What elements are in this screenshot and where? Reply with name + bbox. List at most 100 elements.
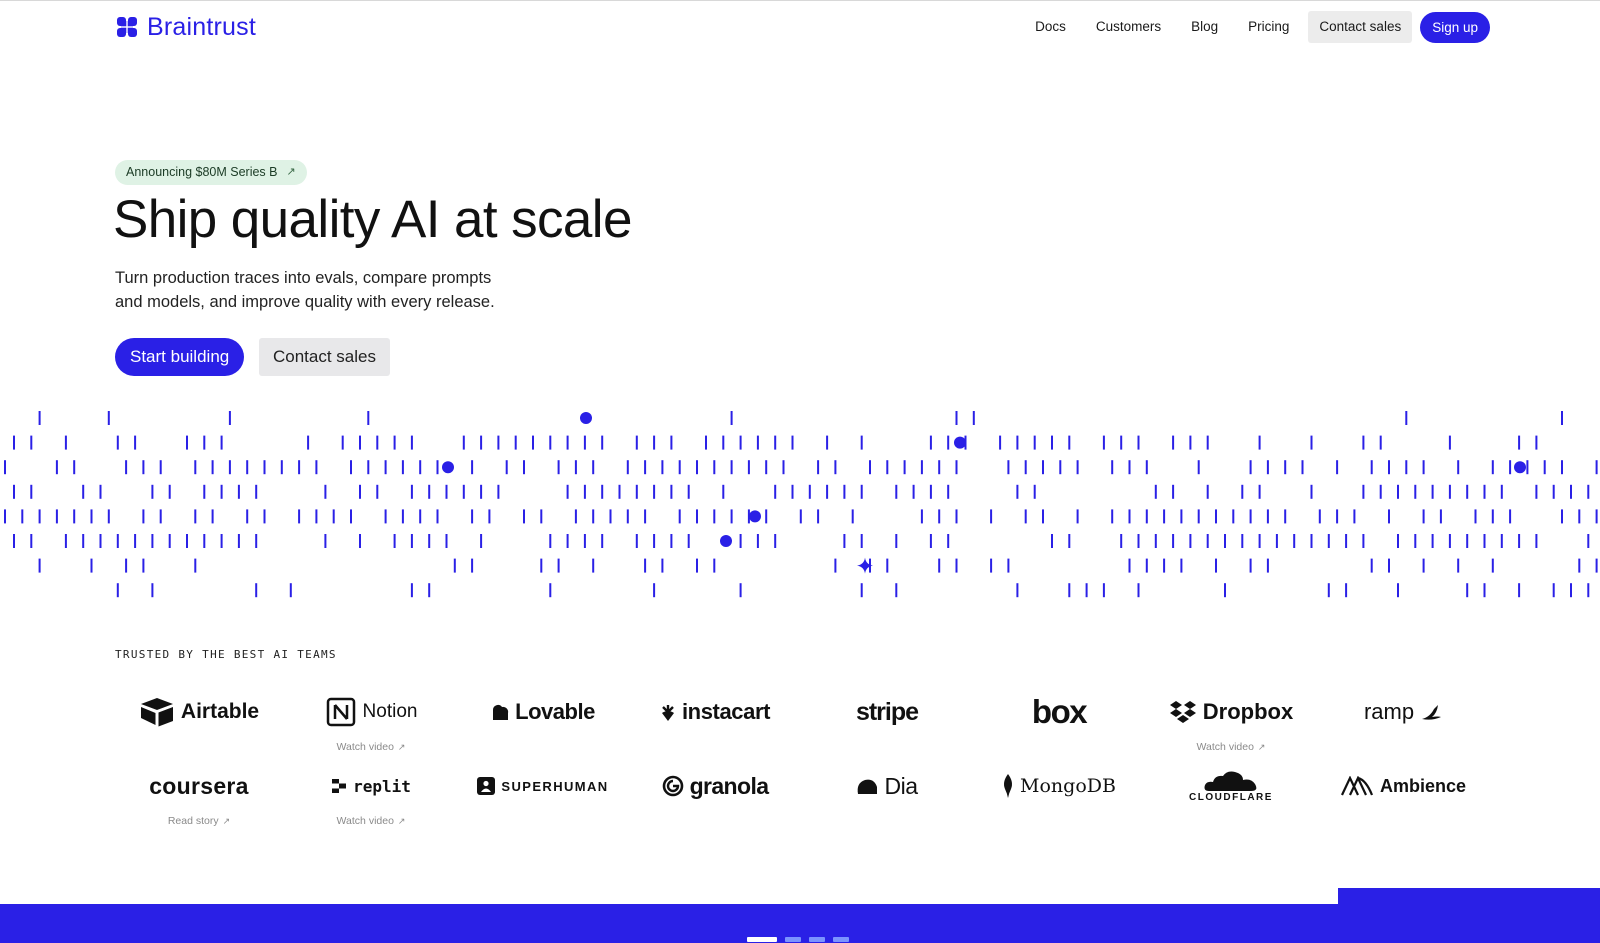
brand-logo[interactable]: Braintrust: [115, 12, 256, 42]
ticker-tick: [1587, 583, 1590, 598]
ticker-tick: [1448, 435, 1451, 450]
dropbox-watch-video-link[interactable]: Watch video ↗: [1145, 741, 1317, 753]
logo-cloudflare[interactable]: CLOUDFLARE: [1145, 769, 1317, 839]
ticker-tick: [635, 435, 638, 450]
ticker-tick: [134, 534, 137, 548]
ticker-tick: [1154, 484, 1157, 499]
ticker-tick: [696, 509, 698, 524]
ticker-tick: [912, 484, 915, 499]
ticker-tick: [228, 460, 231, 475]
nav-blog[interactable]: Blog: [1176, 11, 1233, 43]
carousel-dot-1[interactable]: [747, 937, 777, 942]
logo-ramp[interactable]: ramp: [1317, 695, 1489, 765]
ticker-tick: [653, 583, 656, 598]
ticker-tick: [134, 435, 137, 450]
ticker-tick: [376, 484, 379, 499]
ticker-tick: [592, 558, 595, 573]
nav-contact-sales-button[interactable]: Contact sales: [1308, 11, 1413, 43]
logo-dia[interactable]: Dia: [801, 769, 973, 839]
ticker-tick: [82, 484, 85, 499]
ticker-tick: [263, 460, 266, 475]
ticker-tick: [653, 534, 656, 548]
logo-stripe[interactable]: stripe: [801, 695, 973, 765]
ticker-tick: [644, 460, 647, 475]
ticker-tick: [1518, 534, 1521, 548]
logo-cloudflare-name: CLOUDFLARE: [1189, 791, 1273, 803]
nav-docs[interactable]: Docs: [1020, 11, 1081, 43]
logo-notion[interactable]: Notion Watch video ↗: [285, 695, 457, 765]
granola-spiral-icon: [662, 775, 683, 797]
logo-box[interactable]: box: [973, 693, 1145, 765]
ticker-tick: [255, 484, 258, 499]
ticker-tick: [168, 484, 171, 499]
ticker-tick: [82, 534, 85, 548]
ticker-tick: [1561, 460, 1563, 475]
ticker-tick: [1154, 534, 1157, 548]
carousel-dot-4[interactable]: [833, 937, 849, 942]
contact-sales-button[interactable]: Contact sales: [259, 338, 390, 376]
nav-customers[interactable]: Customers: [1081, 11, 1176, 43]
ticker-tick: [532, 435, 534, 450]
ticker-tick: [1024, 509, 1027, 524]
ticker-tick: [1457, 460, 1460, 475]
replit-watch-video-link[interactable]: Watch video ↗: [285, 815, 457, 827]
ticker-tick: [1206, 435, 1209, 450]
ticker-tick: [938, 509, 941, 524]
ticker-tick: [125, 558, 128, 573]
ticker-tick: [1491, 509, 1494, 524]
logo-coursera[interactable]: coursera Read story ↗: [113, 769, 285, 839]
ticker-tick: [860, 484, 863, 499]
logo-ambience[interactable]: Ambience: [1317, 769, 1489, 839]
logo-dropbox[interactable]: Dropbox Watch video ↗: [1145, 695, 1317, 765]
logo-mongodb[interactable]: MongoDB: [973, 769, 1145, 839]
logo-airtable[interactable]: Airtable: [113, 695, 285, 765]
ticker-tick: [453, 558, 456, 573]
ticker-tick: [1397, 484, 1399, 499]
notion-watch-video-link[interactable]: Watch video ↗: [285, 741, 457, 753]
ramp-wing-icon: [1422, 705, 1442, 720]
ticker-tick: [376, 435, 379, 450]
ticker-tick: [1258, 435, 1261, 450]
logo-instacart[interactable]: instacart: [629, 695, 801, 765]
announcement-badge[interactable]: Announcing $80M Series B ↗: [115, 160, 307, 185]
ticker-tick: [549, 435, 552, 450]
logo-superhuman[interactable]: SUPERHUMAN: [457, 769, 629, 839]
nav-sign-up-button[interactable]: Sign up: [1420, 11, 1490, 43]
logo-replit[interactable]: replit Watch video ↗: [285, 769, 457, 839]
carousel-dot-3[interactable]: [809, 937, 825, 942]
ticker-tick: [540, 558, 543, 573]
ticker-tick: [1526, 460, 1529, 475]
ticker-tick: [1033, 435, 1036, 450]
ticker-tick: [324, 534, 327, 548]
ticker-tick: [955, 460, 958, 475]
logo-granola[interactable]: granola: [629, 769, 801, 839]
ticker-tick: [705, 435, 707, 450]
ticker-tick: [203, 484, 206, 499]
ticker-tick: [1249, 558, 1252, 573]
ticker-tick: [635, 484, 638, 499]
ticker-tick: [1388, 509, 1390, 524]
logo-lovable[interactable]: Lovable: [457, 695, 629, 765]
ticker-tick: [1483, 534, 1486, 548]
coursera-read-story-link[interactable]: Read story ↗: [113, 815, 285, 827]
ticker-tick: [549, 583, 552, 598]
trusted-label: TRUSTED BY THE BEST AI TEAMS: [115, 648, 337, 661]
carousel-dot-2[interactable]: [785, 937, 801, 942]
ticker-tick: [549, 534, 552, 548]
ticker-tick: [947, 484, 950, 499]
nav-pricing[interactable]: Pricing: [1233, 11, 1304, 43]
ticker-tick: [1284, 509, 1287, 524]
ticker-tick: [817, 509, 820, 524]
ticker-tick: [1068, 435, 1071, 450]
ticker-tick: [895, 534, 898, 548]
logo-superhuman-name: SUPERHUMAN: [501, 778, 609, 794]
ticker-tick: [1293, 534, 1296, 548]
ticker-dot: [749, 510, 761, 523]
ticker-tick: [713, 509, 716, 524]
ticker-tick: [151, 583, 154, 598]
ticker-tick: [929, 435, 932, 450]
ticker-tick: [99, 484, 102, 499]
start-building-button[interactable]: Start building: [115, 338, 245, 376]
ticker-tick: [920, 460, 923, 475]
ticker-tick: [990, 558, 993, 573]
